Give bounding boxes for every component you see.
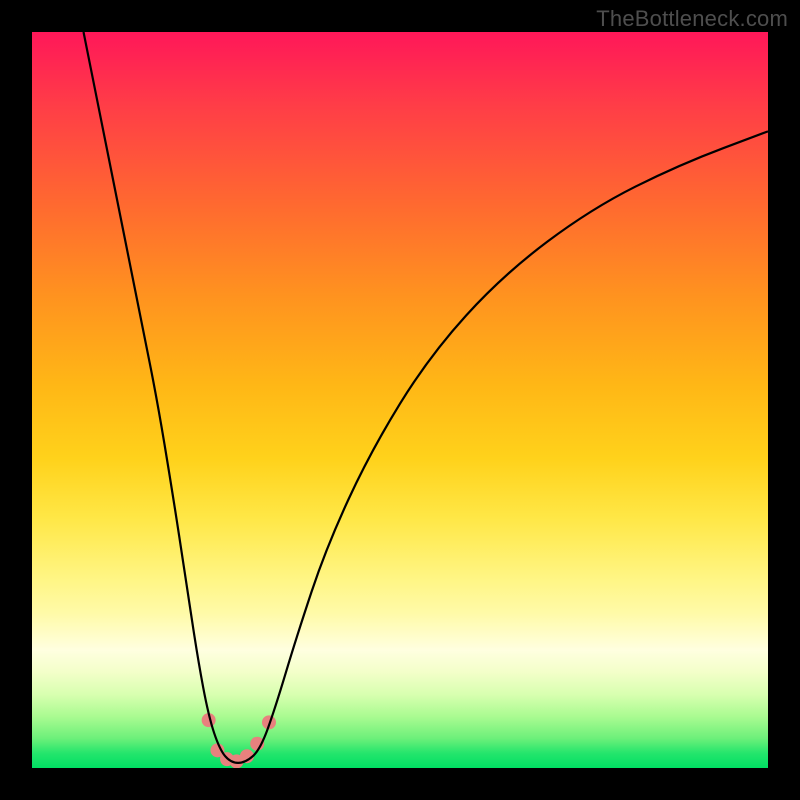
curve-layer [32,32,768,768]
bottleneck-curve [84,32,768,763]
watermark-label: TheBottleneck.com [596,6,788,32]
scatter-group [202,713,276,768]
plot-area [32,32,768,768]
chart-frame: TheBottleneck.com [0,0,800,800]
